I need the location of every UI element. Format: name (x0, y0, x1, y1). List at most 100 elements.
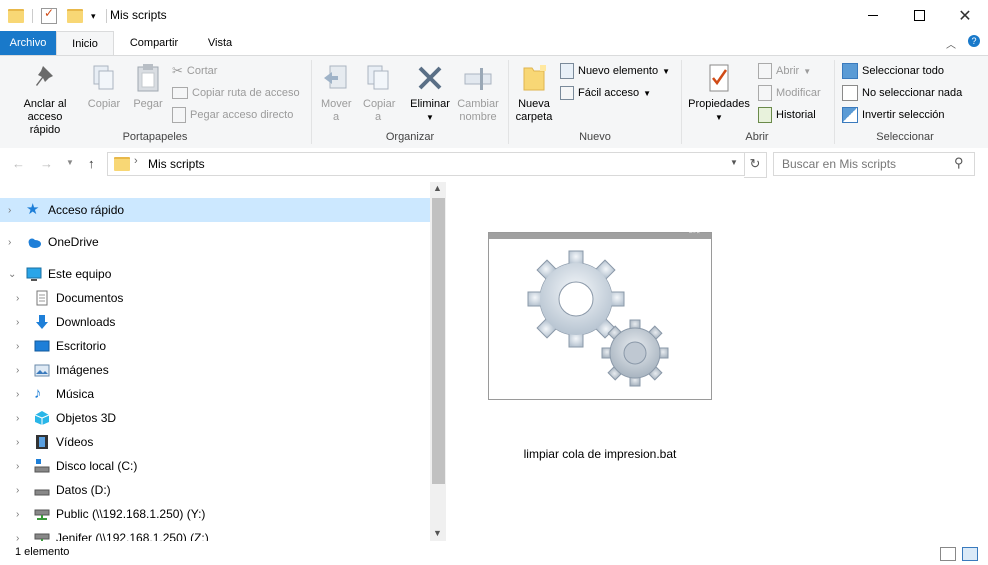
music-icon: ♪ (34, 385, 42, 402)
expand-chevron-icon[interactable]: › (8, 205, 18, 216)
move-to-button[interactable]: Mover a (316, 62, 356, 124)
pin-quick-access-button[interactable]: Anclar al acceso rápido (6, 62, 84, 137)
separator (105, 9, 107, 23)
minimize-icon (868, 15, 878, 16)
scroll-up-icon[interactable]: ▲ (433, 183, 442, 193)
copy-path-button[interactable]: Copiar ruta de acceso (172, 84, 300, 102)
nav-item-public-y[interactable]: › Public (\\192.168.1.250) (Y:) (0, 502, 430, 526)
tab-compartir[interactable]: Compartir (116, 31, 192, 55)
back-arrow-icon[interactable]: ← (12, 156, 25, 171)
close-button[interactable]: ✕ (942, 0, 988, 31)
nav-item-escritorio[interactable]: › Escritorio (0, 334, 430, 358)
forward-arrow-icon[interactable]: → (40, 156, 53, 171)
tab-inicio[interactable]: Inicio (56, 31, 114, 56)
nav-item-local-disk-c[interactable]: › Disco local (C:) (0, 454, 430, 478)
gears-icon (527, 250, 669, 387)
scroll-down-icon[interactable]: ▼ (433, 528, 442, 538)
file-name[interactable]: limpiar cola de impresion.bat (480, 447, 720, 461)
easy-access-button[interactable]: Fácil acceso ▼ (560, 84, 651, 102)
details-view-icon[interactable] (940, 547, 956, 561)
large-icons-view-icon[interactable] (962, 547, 978, 561)
file-thumbnail[interactable] (488, 232, 712, 400)
delete-dropdown-icon[interactable]: ▼ (406, 111, 454, 124)
minimize-button[interactable] (850, 0, 896, 31)
collapse-ribbon-icon[interactable]: ︿ (946, 36, 956, 51)
tab-archivo[interactable]: Archivo (0, 31, 56, 55)
select-none-button[interactable]: No seleccionar nada (842, 84, 962, 102)
recent-locations-chevron-icon[interactable]: ▼ (66, 158, 74, 167)
expand-chevron-icon[interactable]: › (16, 365, 26, 376)
nav-label: Public (\\192.168.1.250) (Y:) (56, 507, 206, 521)
nav-item-imagenes[interactable]: › Imágenes (0, 358, 430, 382)
copy-button[interactable]: Copiar (84, 62, 124, 111)
open-button[interactable]: Abrir ▼ (758, 62, 811, 80)
search-icon[interactable]: ⚲ (954, 155, 964, 171)
move-to-icon (320, 62, 352, 94)
expand-chevron-icon[interactable]: › (16, 389, 26, 400)
properties-button[interactable]: Propiedades ▼ (684, 62, 754, 124)
nav-item-downloads[interactable]: › Downloads (0, 310, 430, 334)
scrollbar-thumb[interactable] (432, 198, 445, 484)
search-input[interactable]: Buscar en Mis scripts (782, 157, 896, 171)
nav-item-quick-access[interactable]: › ★ Acceso rápido (0, 198, 430, 222)
nav-item-datos-d[interactable]: › Datos (D:) (0, 478, 430, 502)
drive-icon (34, 482, 50, 498)
new-item-button[interactable]: Nuevo elemento ▼ (560, 62, 670, 80)
open-label: Abrir (776, 65, 800, 77)
cut-button[interactable]: ✂ Cortar (172, 62, 217, 80)
network-drive-icon (34, 530, 50, 541)
chevron-down-icon: ▼ (803, 66, 812, 76)
nav-item-videos[interactable]: › Vídeos (0, 430, 430, 454)
rename-button[interactable]: Cambiar nombre (454, 62, 502, 124)
document-icon (34, 290, 50, 306)
expand-chevron-icon[interactable]: › (16, 485, 26, 496)
breadcrumb-path[interactable]: Mis scripts (148, 157, 205, 171)
edit-button[interactable]: Modificar (758, 84, 821, 102)
collapse-chevron-icon[interactable]: ⌄ (8, 269, 18, 280)
paste-shortcut-button[interactable]: Pegar acceso directo (172, 106, 293, 124)
address-bar[interactable]: › Mis scripts ▼ (107, 152, 745, 176)
breadcrumb-chevron-icon[interactable]: › (134, 155, 138, 167)
copy-to-button[interactable]: Copiar a (358, 62, 398, 124)
delete-button[interactable]: Eliminar ▼ (406, 62, 454, 124)
expand-chevron-icon[interactable]: › (16, 437, 26, 448)
tab-vista[interactable]: Vista (192, 31, 248, 55)
properties-check-icon[interactable]: ✓ (41, 6, 57, 24)
nav-item-this-pc[interactable]: ⌄ Este equipo (0, 262, 430, 286)
search-box[interactable]: Buscar en Mis scripts ⚲ (773, 152, 975, 176)
nav-item-musica[interactable]: › ♪ Música (0, 382, 430, 406)
delete-label: Eliminar (410, 98, 450, 110)
history-button[interactable]: Historial (758, 106, 816, 124)
up-arrow-icon[interactable]: ↑ (88, 156, 95, 171)
refresh-icon[interactable]: ↻ (744, 152, 767, 178)
expand-chevron-icon[interactable]: › (16, 509, 26, 520)
group-label-open: Abrir (745, 131, 769, 143)
properties-dropdown-icon[interactable]: ▼ (684, 111, 754, 124)
expand-chevron-icon[interactable]: › (16, 413, 26, 424)
nav-label: Este equipo (48, 267, 112, 281)
expand-chevron-icon[interactable]: › (8, 237, 18, 248)
expand-chevron-icon[interactable]: › (16, 317, 26, 328)
nav-item-3d-objects[interactable]: › Objetos 3D (0, 406, 430, 430)
invert-selection-button[interactable]: Invertir selección (842, 106, 945, 124)
open-icon (758, 63, 772, 79)
address-dropdown-icon[interactable]: ▼ (730, 158, 738, 167)
history-label: Historial (776, 109, 816, 121)
expand-chevron-icon[interactable]: › (16, 461, 26, 472)
nav-item-documentos[interactable]: › Documentos (0, 286, 430, 310)
copy-to-label: Copiar a (363, 98, 396, 123)
nav-item-jenifer-z[interactable]: › Jenifer (\\192.168.1.250) (Z:) (0, 526, 430, 541)
expand-chevron-icon[interactable]: › (16, 293, 26, 304)
expand-chevron-icon[interactable]: › (16, 533, 26, 542)
paste-button[interactable]: Pegar (128, 62, 168, 111)
help-icon[interactable]: ? (968, 35, 980, 47)
nav-item-onedrive[interactable]: › OneDrive (0, 230, 430, 254)
select-all-button[interactable]: Seleccionar todo (842, 62, 944, 80)
drive-icon (34, 458, 50, 474)
maximize-button[interactable] (896, 0, 942, 31)
folder-icon[interactable] (8, 9, 24, 23)
expand-chevron-icon[interactable]: › (16, 341, 26, 352)
new-folder-icon[interactable] (67, 9, 83, 23)
new-folder-button[interactable]: Nueva carpeta (512, 62, 556, 124)
customize-toolbar-icon[interactable]: ▾ (91, 11, 96, 22)
